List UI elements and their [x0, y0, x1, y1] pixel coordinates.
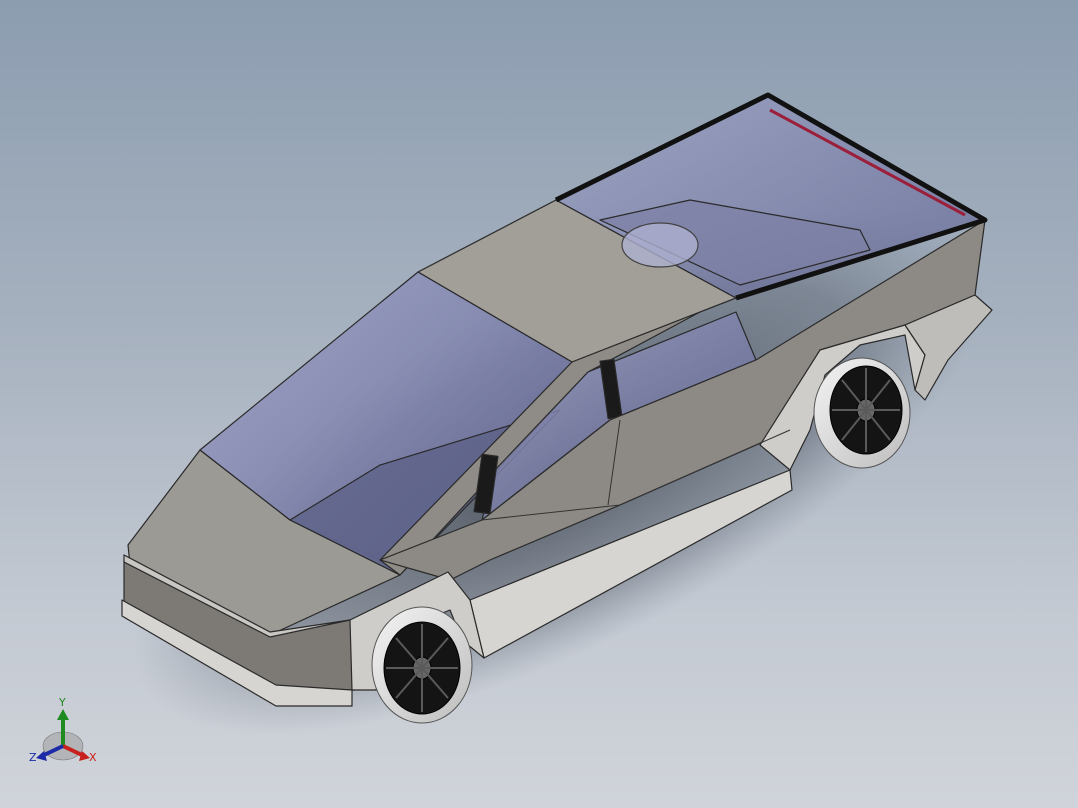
triad-y-arrow [57, 709, 69, 720]
triad-x-label: X [89, 751, 97, 764]
triad-y-label: Y [59, 696, 66, 709]
graphics-viewport[interactable]: Y X Z [0, 0, 1078, 808]
rear-seat [621, 222, 699, 268]
model-render[interactable] [0, 0, 1078, 808]
front-wheel [371, 606, 473, 724]
triad-z-label: Z [29, 751, 37, 764]
rear-wheel [813, 357, 911, 469]
view-orientation-triad[interactable] [36, 709, 90, 761]
